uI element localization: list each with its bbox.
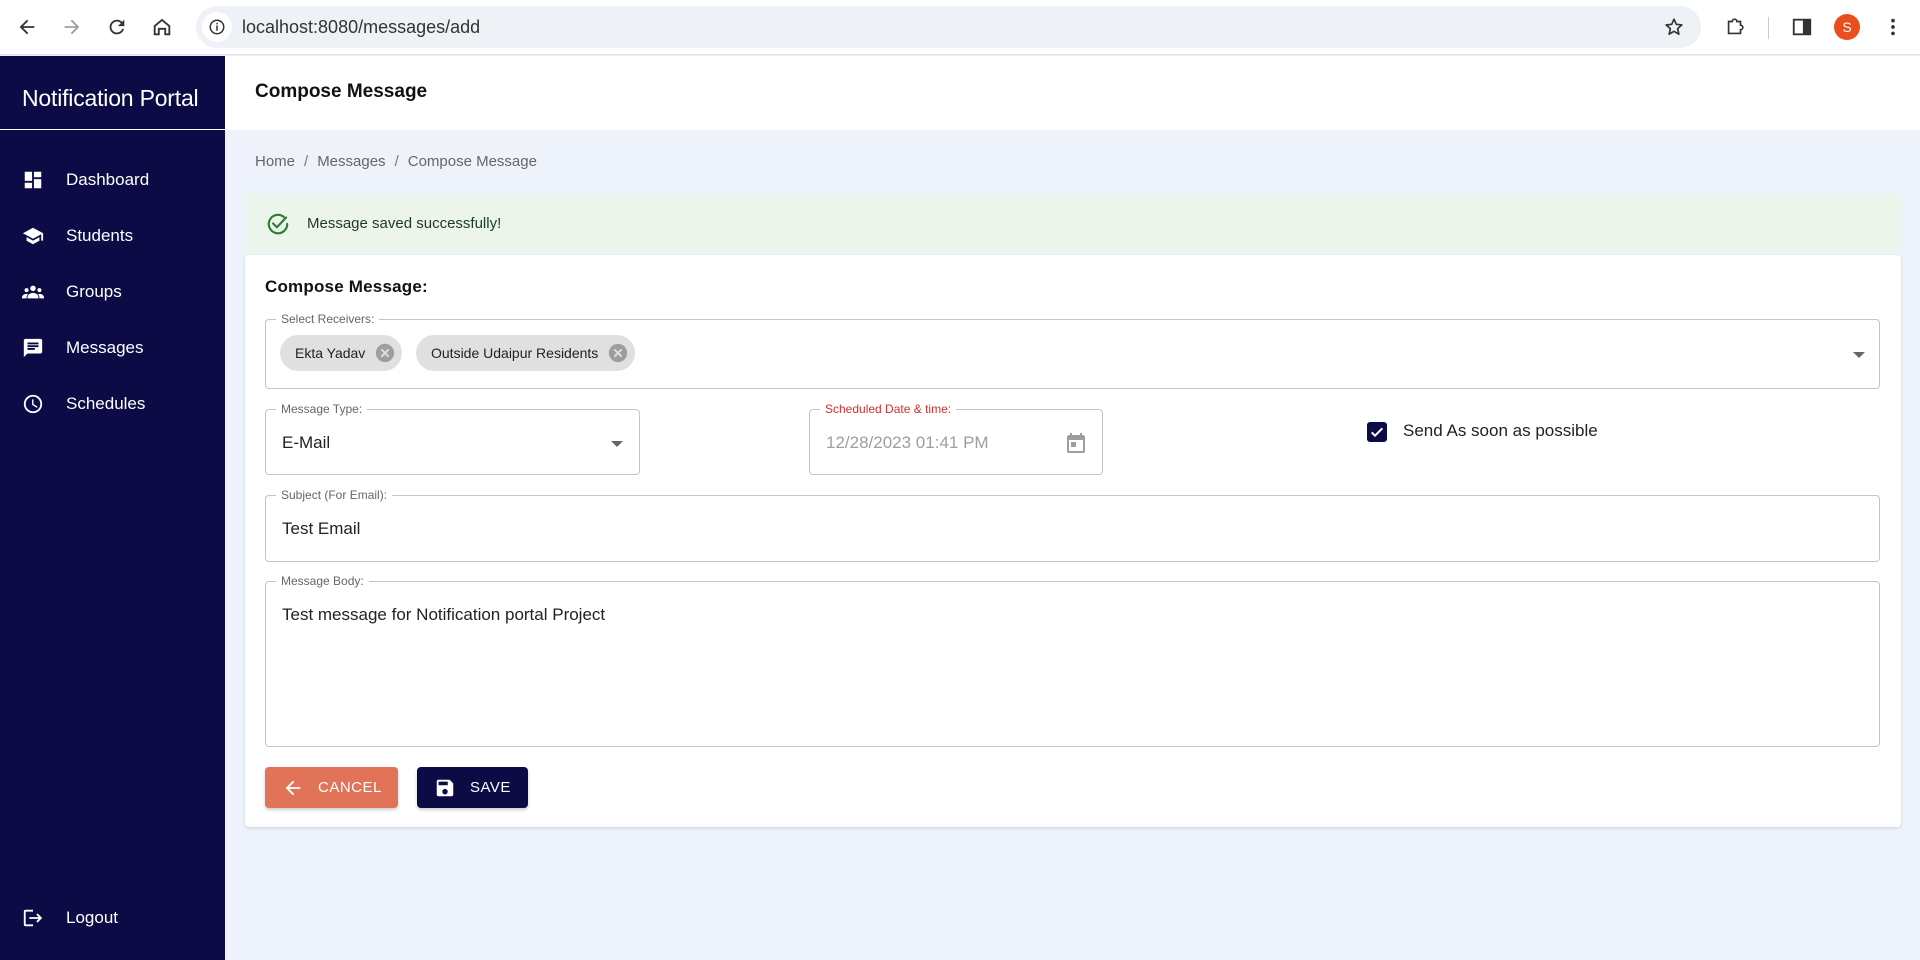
message-body-value: Test message for Notification portal Pro… <box>282 605 606 624</box>
browser-menu-button[interactable] <box>1878 12 1908 42</box>
school-icon <box>22 227 44 245</box>
breadcrumb: Home / Messages / Compose Message <box>255 153 537 170</box>
sidebar-item-label: Dashboard <box>66 170 150 189</box>
browser-toolbar: localhost:8080/messages/add S <box>0 0 1920 55</box>
sidebar-nav: Dashboard Students Groups Messages Sched… <box>0 152 225 432</box>
success-alert: Message saved successfully! <box>245 194 1901 253</box>
sidebar-item-label: Groups <box>66 282 122 301</box>
message-type-select[interactable]: Message Type: E-Mail <box>265 402 640 475</box>
home-button[interactable] <box>147 12 177 42</box>
breadcrumb-current: Compose Message <box>407 153 537 170</box>
send-asap-label[interactable]: Send As soon as possible <box>1403 421 1598 441</box>
logout-icon <box>23 909 43 927</box>
send-asap-checkbox[interactable] <box>1367 422 1387 442</box>
chip-label: Outside Udaipur Residents <box>431 345 599 361</box>
subject-label: Subject (For Email): <box>276 488 393 502</box>
calendar-icon[interactable] <box>1064 431 1088 460</box>
breadcrumb-home[interactable]: Home <box>255 153 295 170</box>
message-type-label: Message Type: <box>276 402 368 416</box>
receivers-label: Select Receivers: <box>276 312 380 326</box>
chip-label: Ekta Yadav <box>295 345 366 361</box>
breadcrumb-separator: / <box>304 153 309 170</box>
save-icon <box>436 779 454 796</box>
message-type-value: E-Mail <box>282 433 331 452</box>
brand-title[interactable]: Notification Portal <box>0 56 225 130</box>
form-title: Compose Message: <box>265 277 428 296</box>
save-button[interactable]: SAVE <box>417 767 528 808</box>
sidebar-item-groups[interactable]: Groups <box>0 264 225 320</box>
address-bar[interactable]: localhost:8080/messages/add <box>196 6 1701 48</box>
message-body-label: Message Body: <box>276 574 369 588</box>
clock-icon <box>23 394 43 414</box>
subject-value: Test Email <box>282 519 361 538</box>
checkmark-icon <box>1370 427 1384 438</box>
sidebar: Notification Portal Dashboard Students G… <box>0 56 225 960</box>
arrow-right-icon <box>64 19 80 35</box>
breadcrumb-messages[interactable]: Messages <box>317 153 385 170</box>
page-title: Compose Message <box>255 81 428 102</box>
forward-button[interactable] <box>57 12 87 42</box>
receivers-select[interactable]: Select Receivers: Ekta Yadav Outside Uda… <box>265 312 1880 389</box>
site-info-icon[interactable] <box>202 12 232 42</box>
sidebar-item-schedules[interactable]: Schedules <box>0 376 225 432</box>
profile-avatar[interactable]: S <box>1834 14 1860 40</box>
reload-icon <box>109 19 125 35</box>
toolbar-divider <box>1768 17 1769 39</box>
cancel-button[interactable]: CANCEL <box>265 767 398 808</box>
url-text[interactable]: localhost:8080/messages/add <box>242 17 480 38</box>
side-panel-button[interactable] <box>1787 12 1817 42</box>
back-button[interactable] <box>12 12 42 42</box>
arrow-left-icon <box>19 19 35 35</box>
chip-remove-icon[interactable] <box>373 341 397 365</box>
scheduled-date-label: Scheduled Date & time: <box>820 402 957 416</box>
cancel-label: CANCEL <box>318 779 382 796</box>
logout-button[interactable]: Logout <box>0 890 225 946</box>
extensions-button[interactable] <box>1720 12 1750 42</box>
arrow-back-icon <box>285 780 301 795</box>
message-type-dropdown-arrow-icon[interactable] <box>611 441 623 447</box>
sidebar-item-messages[interactable]: Messages <box>0 320 225 376</box>
bookmark-star-icon[interactable] <box>1663 16 1685 43</box>
more-vert-icon <box>1891 18 1895 36</box>
scheduled-date-input[interactable]: Scheduled Date & time: 12/28/2023 01:41 … <box>809 402 1103 475</box>
subject-field[interactable]: Subject (For Email): Test Email <box>265 488 1880 562</box>
page-header: Compose Message <box>225 56 1920 130</box>
check-circle-icon <box>267 213 289 234</box>
save-label: SAVE <box>470 779 511 796</box>
groups-icon <box>22 285 44 299</box>
dashboard-icon <box>24 171 42 189</box>
chip-remove-icon[interactable] <box>606 341 630 365</box>
message-body-field[interactable]: Message Body: Test message for Notificat… <box>265 574 1880 747</box>
alert-message: Message saved successfully! <box>307 215 502 232</box>
receiver-chip: Ekta Yadav <box>280 335 403 371</box>
receivers-dropdown-arrow-icon[interactable] <box>1853 352 1865 358</box>
sidebar-item-label: Messages <box>66 338 144 357</box>
home-icon <box>153 18 171 36</box>
puzzle-icon <box>1727 18 1744 35</box>
sidebar-item-label: Students <box>66 226 134 245</box>
receiver-chip: Outside Udaipur Residents <box>416 335 636 371</box>
sidebar-item-students[interactable]: Students <box>0 208 225 264</box>
breadcrumb-separator: / <box>394 153 399 170</box>
compose-form-card: Compose Message: Select Receivers: Ekta … <box>245 255 1901 827</box>
sidebar-item-label: Schedules <box>66 394 146 413</box>
scheduled-date-value: 12/28/2023 01:41 PM <box>826 433 989 452</box>
sidebar-item-dashboard[interactable]: Dashboard <box>0 152 225 208</box>
chat-icon <box>23 338 43 358</box>
logout-label: Logout <box>66 908 118 927</box>
side-panel-icon <box>1792 18 1812 36</box>
reload-button[interactable] <box>102 12 132 42</box>
